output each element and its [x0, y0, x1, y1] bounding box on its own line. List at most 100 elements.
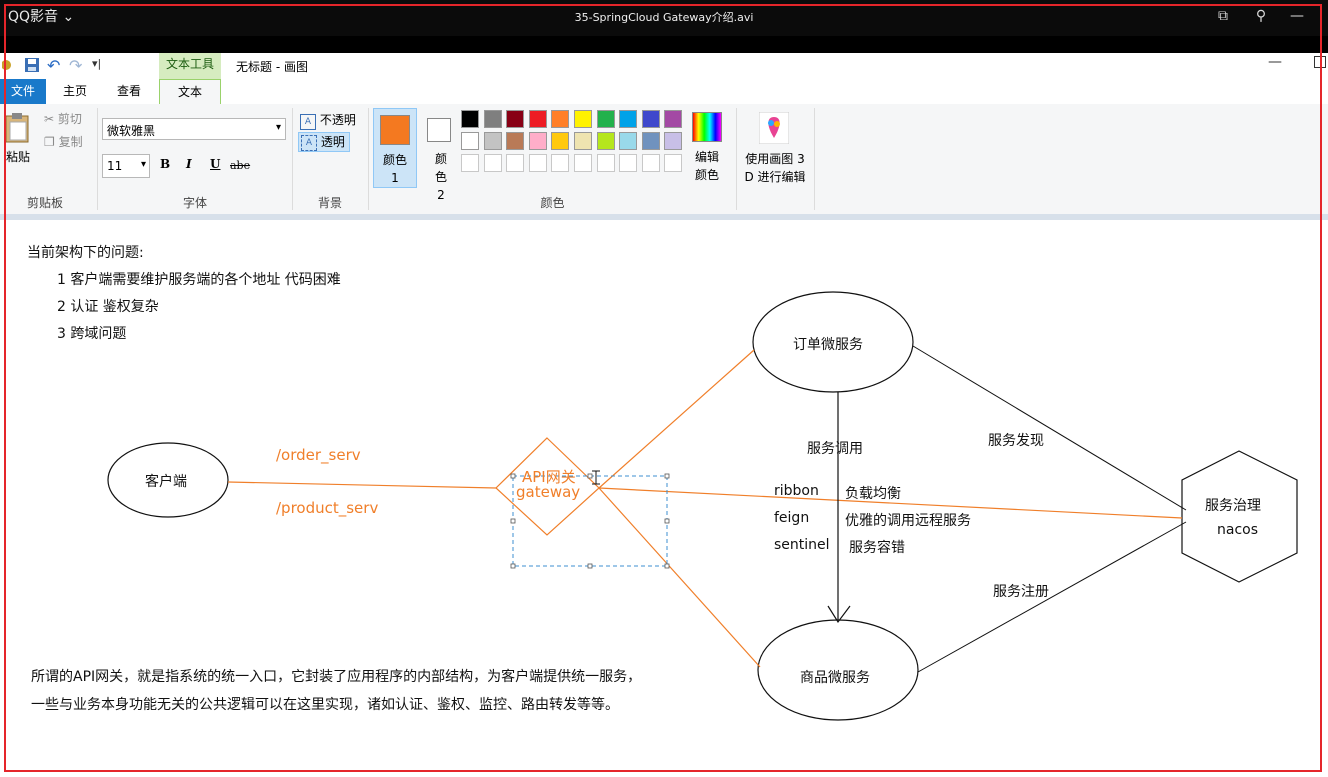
color1-button[interactable]: 颜色 1	[373, 108, 417, 188]
copy-label: 复制	[58, 135, 83, 149]
transparent-label: 透明	[320, 135, 345, 149]
color1-label: 颜色 1	[383, 153, 408, 185]
palette-swatch[interactable]	[528, 110, 547, 128]
edit-colors-button[interactable]: 编辑颜色	[691, 148, 723, 184]
paint-canvas[interactable]: 当前架构下的问题: 1 客户端需要维护服务端的各个地址 代码困难 2 认证 鉴权…	[0, 220, 1328, 777]
cut-button[interactable]: ✂ 剪切	[44, 110, 82, 127]
color-palette	[461, 110, 691, 180]
palette-swatch[interactable]	[596, 132, 615, 150]
palette-swatch[interactable]	[483, 154, 502, 172]
palette-swatch[interactable]	[574, 110, 592, 128]
underline-button[interactable]: U	[210, 157, 220, 171]
paste-button[interactable]: 粘贴	[6, 148, 30, 165]
governance-label: 服务治理	[1205, 498, 1261, 514]
scissors-icon: ✂	[44, 112, 58, 126]
order-service-label: 订单微服务	[793, 337, 863, 353]
tab-file[interactable]: 文件	[0, 79, 46, 104]
palette-swatch[interactable]	[574, 154, 592, 172]
copy-button[interactable]: ❐ 复制	[44, 133, 83, 150]
service-call-label: 服务调用	[807, 441, 863, 457]
window-minimize-icon[interactable]: —	[1268, 54, 1282, 70]
route-order-label: /order_serv	[276, 446, 361, 464]
ribbon-desc: 负载均衡	[845, 486, 901, 502]
clipboard-group: 粘贴 ✂ 剪切 ❐ 复制 剪贴板	[0, 104, 98, 214]
ribbon-divider	[814, 108, 815, 210]
italic-button[interactable]: I	[186, 157, 192, 171]
palette-swatch[interactable]	[528, 132, 547, 150]
mini-mode-icon[interactable]: ⧉	[1212, 6, 1234, 26]
palette-swatch[interactable]	[461, 132, 479, 150]
palette-swatch[interactable]	[483, 132, 502, 150]
palette-swatch[interactable]	[664, 132, 683, 150]
font-family-select[interactable]: 微软雅黑 ▾	[102, 118, 286, 140]
palette-swatch[interactable]	[528, 154, 547, 172]
opaque-label: 不透明	[319, 113, 356, 127]
palette-swatch[interactable]	[574, 132, 592, 150]
paste-icon[interactable]	[4, 112, 32, 144]
palette-swatch[interactable]	[506, 132, 525, 150]
tab-home[interactable]: 主页	[56, 79, 94, 104]
palette-swatch[interactable]	[551, 132, 570, 150]
colors-group: 颜色 1 颜色 2 编辑颜色 颜色	[370, 104, 735, 214]
paint3d-button[interactable]: 使用画图 3D 进行编辑	[740, 108, 810, 194]
pin-icon[interactable]: ⚲	[1250, 6, 1272, 26]
register-label: 服务注册	[993, 584, 1049, 600]
customize-qat-icon[interactable]: ▾|	[92, 57, 101, 70]
palette-swatch[interactable]	[664, 110, 683, 128]
palette-swatch[interactable]	[596, 154, 615, 172]
palette-swatch[interactable]	[641, 110, 660, 128]
palette-swatch[interactable]	[619, 154, 638, 172]
gateway-product-edge	[598, 487, 761, 668]
opaque-option[interactable]: A 不透明	[300, 111, 356, 130]
palette-swatch[interactable]	[641, 132, 660, 150]
copy-icon: ❐	[44, 135, 59, 149]
palette-swatch[interactable]	[641, 154, 660, 172]
problem-item: 2 认证 鉴权复杂	[57, 299, 159, 315]
chevron-down-icon: ▾	[140, 159, 146, 170]
palette-swatch[interactable]	[461, 110, 479, 128]
font-group: 微软雅黑 ▾ 11 ▾ B I U abe 字体	[100, 104, 290, 214]
paint-title-row: ↶ ↷ ▾| 文本工具 无标题 - 画图 —	[0, 53, 1328, 79]
edit-colors-icon[interactable]	[692, 112, 722, 142]
font-size-select[interactable]: 11 ▾	[102, 154, 150, 178]
transparent-option[interactable]: A 透明	[298, 132, 350, 152]
app-icon	[1, 58, 16, 72]
strikethrough-button[interactable]: abe	[230, 159, 250, 172]
palette-swatch[interactable]	[551, 110, 570, 128]
product-service-label: 商品微服务	[800, 670, 870, 686]
undo-icon[interactable]: ↶	[47, 56, 63, 75]
palette-swatch[interactable]	[619, 110, 638, 128]
gateway-order-edge	[598, 349, 755, 489]
description-line-2: 一些与业务本身功能无关的公共逻辑可以在这里实现，诸如认证、鉴权、监控、路由转发等…	[31, 697, 619, 713]
palette-swatch[interactable]	[506, 110, 525, 128]
ribbon-tabs: 文件 主页 查看 文本	[0, 79, 1328, 105]
palette-swatch[interactable]	[483, 110, 502, 128]
problem-item: 1 客户端需要维护服务端的各个地址 代码困难	[57, 272, 341, 288]
tab-view[interactable]: 查看	[110, 79, 148, 104]
background-group: A 不透明 A 透明 背景	[294, 104, 366, 214]
palette-swatch[interactable]	[461, 154, 479, 172]
palette-swatch[interactable]	[664, 154, 683, 172]
client-gateway-edge	[227, 481, 497, 489]
palette-swatch[interactable]	[596, 110, 615, 128]
color1-swatch	[380, 115, 410, 145]
save-icon[interactable]	[24, 57, 40, 73]
feign-desc: 优雅的调用远程服务	[845, 513, 971, 529]
window-maximize-icon[interactable]	[1314, 56, 1326, 68]
ribbon: 粘贴 ✂ 剪切 ❐ 复制 剪贴板 微软雅黑 ▾ 11 ▾ B I U abe 字…	[0, 104, 1328, 215]
redo-icon[interactable]: ↷	[69, 56, 85, 75]
palette-swatch[interactable]	[551, 154, 570, 172]
tab-text[interactable]: 文本	[159, 79, 221, 105]
sentinel-label: sentinel	[774, 537, 830, 553]
description-line-1: 所谓的API网关，就是指系统的统一入口，它封装了应用程序的内部结构，为客户端提供…	[31, 669, 642, 685]
color2-button[interactable]: 颜色 2	[421, 108, 461, 202]
player-title-bar: QQ影音 ⌄ 35-SpringCloud Gateway介绍.avi ⧉ ⚲ …	[0, 0, 1328, 36]
minimize-icon[interactable]: —	[1286, 6, 1308, 26]
bold-button[interactable]: B	[160, 157, 170, 171]
order-nacos-edge	[912, 345, 1187, 511]
palette-swatch[interactable]	[619, 132, 638, 150]
background-group-label: 背景	[317, 196, 342, 210]
cut-label: 剪切	[57, 112, 82, 126]
palette-swatch[interactable]	[506, 154, 525, 172]
clipboard-group-label: 剪贴板	[26, 196, 63, 210]
